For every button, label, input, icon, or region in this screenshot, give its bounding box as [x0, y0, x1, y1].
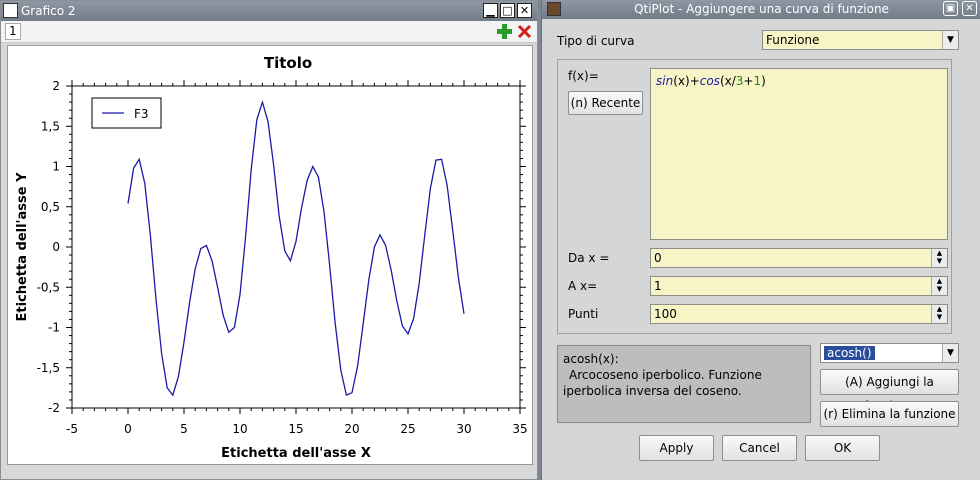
- close-icon[interactable]: ✕: [517, 3, 532, 18]
- function-select-value: acosh(): [824, 346, 875, 360]
- y-tick-label: 0: [52, 240, 60, 254]
- expr-part-2: (x/: [719, 74, 736, 88]
- expr-part-4: ): [761, 74, 766, 88]
- add-function-dialog: QtiPlot - Aggiungere una curva di funzio…: [541, 0, 980, 480]
- close-icon[interactable]: ✕: [962, 1, 977, 16]
- x-tick-label: 10: [232, 422, 247, 436]
- x-axis-label: Etichetta dell'asse X: [221, 446, 371, 461]
- y-tick-label: -2: [48, 401, 60, 415]
- dialog-title: QtiPlot - Aggiungere una curva di funzio…: [634, 2, 889, 16]
- to-x-input[interactable]: 1 ▲ ▼: [650, 276, 948, 296]
- help-body: Arcocoseno iperbolico. Funzione iperboli…: [563, 368, 762, 398]
- dialog-titlebar[interactable]: QtiPlot - Aggiungere una curva di funzio…: [542, 0, 980, 19]
- graph-window-icon: [3, 3, 18, 18]
- curve-type-select[interactable]: Funzione ▼: [762, 30, 959, 50]
- y-tick-label: 2: [52, 79, 60, 93]
- curve-type-value: Funzione: [766, 33, 820, 47]
- y-tick-label: -1,5: [37, 361, 60, 375]
- ok-button[interactable]: OK: [805, 435, 880, 461]
- chevron-down-icon: ▼: [942, 344, 958, 362]
- plot-frame: [71, 85, 521, 409]
- layer-toolbar: 1: [1, 21, 537, 43]
- from-x-input[interactable]: 0 ▲ ▼: [650, 248, 948, 268]
- points-label: Punti: [568, 307, 599, 321]
- x-tick-label: 15: [288, 422, 303, 436]
- help-title: acosh(x):: [563, 352, 619, 366]
- expr-part-3: +: [743, 74, 754, 88]
- spin-arrows-icon[interactable]: ▲ ▼: [931, 277, 947, 295]
- qtiplot-icon: [547, 2, 561, 16]
- apply-button[interactable]: Apply: [639, 435, 714, 461]
- curve-type-label: Tipo di curva: [557, 34, 635, 48]
- x-tick-label: -5: [66, 422, 78, 436]
- function-group: f(x)= (n) Recente sin(x)+cos(x/3+1) Da x…: [557, 59, 952, 334]
- recent-button[interactable]: (n) Recente: [568, 91, 643, 115]
- restore-icon[interactable]: ▣: [943, 1, 958, 16]
- layer-tab[interactable]: 1: [5, 23, 21, 40]
- to-x-label: A x=: [568, 279, 598, 293]
- expr-sin: sin: [656, 74, 674, 88]
- x-tick-label: 0: [124, 422, 132, 436]
- y-axis-label: Etichetta dell'asse Y: [15, 172, 30, 322]
- function-expression-editor[interactable]: sin(x)+cos(x/3+1): [650, 68, 948, 240]
- x-tick-label: 30: [456, 422, 471, 436]
- maximize-icon[interactable]: □: [500, 3, 515, 18]
- y-tick-label: 1: [52, 160, 60, 174]
- x-tick-label: 35: [512, 422, 527, 436]
- graph-window-title: Grafico 2: [21, 4, 76, 18]
- to-x-value: 1: [654, 279, 662, 293]
- spin-arrows-icon[interactable]: ▲ ▼: [931, 305, 947, 323]
- from-x-value: 0: [654, 251, 662, 265]
- expr-cos: cos: [699, 74, 720, 88]
- expr-part-1: (x)+: [673, 74, 700, 88]
- function-select[interactable]: acosh() ▼: [820, 343, 959, 363]
- y-tick-label: -0,5: [37, 280, 60, 294]
- chevron-down-icon: ▼: [942, 31, 958, 49]
- cancel-button[interactable]: Cancel: [722, 435, 797, 461]
- remove-layer-icon[interactable]: [516, 23, 533, 40]
- points-value: 100: [654, 307, 677, 321]
- minimize-icon[interactable]: ▁: [483, 3, 498, 18]
- chart: Titolo Etichetta dell'asse X Etichetta del…: [15, 54, 528, 461]
- points-input[interactable]: 100 ▲ ▼: [650, 304, 948, 324]
- graph-titlebar[interactable]: Grafico 2 ▁ □ ✕: [1, 1, 537, 21]
- function-help-box: acosh(x): Arcocoseno iperbolico. Funzion…: [557, 345, 811, 423]
- add-function-button[interactable]: (A) Aggiungi la funzione: [820, 369, 959, 413]
- fx-label: f(x)=: [568, 69, 599, 83]
- spin-arrows-icon[interactable]: ▲ ▼: [931, 249, 947, 267]
- graph-window: Grafico 2 ▁ □ ✕ 1 Titolo Etichetta dell'a…: [0, 0, 538, 480]
- y-tick-label: 0,5: [41, 200, 60, 214]
- legend-label: F3: [134, 107, 149, 121]
- x-tick-label: 5: [180, 422, 188, 436]
- x-tick-label: 25: [400, 422, 415, 436]
- delete-function-button[interactable]: (r) Elimina la funzione: [820, 401, 959, 427]
- add-layer-icon[interactable]: [496, 23, 513, 40]
- expr-num-2: 1: [753, 74, 762, 88]
- y-tick-label: -1: [48, 321, 60, 335]
- x-tick-label: 20: [344, 422, 359, 436]
- plot-canvas[interactable]: Titolo Etichetta dell'asse X Etichetta del…: [7, 45, 533, 465]
- from-x-label: Da x =: [568, 251, 610, 265]
- y-tick-label: 1,5: [41, 119, 60, 133]
- chart-title: Titolo: [264, 54, 312, 72]
